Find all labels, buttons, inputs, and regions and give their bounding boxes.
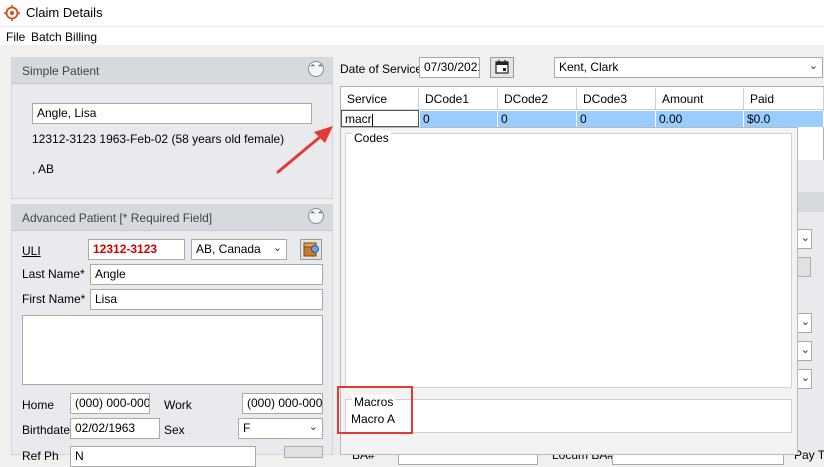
birthdate-field[interactable]: 02/02/1963	[70, 418, 160, 439]
service-code-input[interactable]: macr	[341, 110, 419, 127]
province-select[interactable]: AB, Canada ⌄	[191, 239, 287, 260]
chevron-down-icon: ⌄	[808, 60, 818, 72]
work-phone-field[interactable]: (000) 000-0000	[242, 393, 323, 414]
ref-ph-label: Ref Ph	[22, 449, 59, 463]
address-textarea[interactable]	[22, 315, 323, 385]
macros-highlight-box	[337, 386, 413, 434]
simple-patient-location: , AB	[32, 162, 55, 176]
simple-patient-info: 12312-3123 1963-Feb-02 (58 years old fem…	[32, 132, 285, 146]
date-of-service-label: Date of Service	[340, 62, 423, 76]
grid-header-dcode1: DCode1	[419, 88, 498, 110]
ref-ph-field[interactable]: N	[70, 446, 256, 467]
menu-file[interactable]: File	[6, 30, 25, 44]
chevron-down-icon: ⌄	[800, 316, 810, 328]
grid-header-dcode3: DCode3	[577, 88, 656, 110]
grid-cell-paid[interactable]: $0.0	[744, 111, 824, 127]
codes-group-label: Codes	[352, 131, 391, 145]
birthdate-label: Birthdate	[22, 423, 71, 437]
background-select-2[interactable]: ⌄	[796, 313, 812, 333]
collapse-simple-patient-button[interactable]: ⌃⌃	[308, 61, 324, 77]
menu-bar	[0, 27, 824, 45]
codes-list[interactable]	[345, 133, 792, 388]
menu-batch-billing[interactable]: Batch Billing	[31, 30, 97, 44]
provider-select[interactable]: Kent, Clark ⌄	[554, 57, 823, 78]
home-phone-field[interactable]: (000) 000-0000	[70, 393, 150, 414]
window-title: Claim Details	[26, 5, 103, 20]
sex-value: F	[243, 421, 251, 435]
date-of-service-field[interactable]: 07/30/2021	[419, 57, 480, 78]
last-name-field[interactable]: Angle	[90, 264, 323, 285]
sex-select[interactable]: F ⌄	[238, 418, 323, 439]
grid-cell-dcode2[interactable]: 0	[498, 111, 577, 127]
advanced-patient-header: Advanced Patient [* Required Field]	[12, 205, 332, 231]
uli-field[interactable]: 12312-3123	[88, 239, 185, 260]
sex-label: Sex	[164, 423, 185, 437]
grid-header-service: Service	[341, 88, 419, 110]
first-name-field[interactable]: Lisa	[90, 289, 323, 310]
service-code-value: macr	[345, 112, 372, 126]
grid-cell-dcode1[interactable]: 0	[420, 111, 498, 127]
chevron-down-icon: ⌄	[272, 242, 282, 254]
home-label: Home	[22, 398, 55, 412]
title-bar	[0, 0, 824, 26]
work-label: Work	[164, 398, 192, 412]
province-value: AB, Canada	[196, 242, 261, 256]
background-panel-header	[798, 192, 824, 212]
grid-cell-dcode3[interactable]: 0	[577, 111, 656, 127]
background-select-4[interactable]: ⌄	[796, 369, 812, 389]
calendar-icon[interactable]	[490, 57, 514, 78]
grid-header-amount: Amount	[656, 88, 744, 110]
background-select-1[interactable]: ⌄	[796, 229, 812, 249]
collapse-advanced-patient-button[interactable]: ⌃⌃	[308, 208, 324, 224]
grid-header-paid: Paid	[744, 88, 824, 110]
provider-value: Kent, Clark	[559, 60, 619, 74]
chevron-down-icon: ⌄	[308, 421, 318, 433]
text-cursor	[371, 113, 373, 126]
chevron-down-icon: ⌄	[800, 232, 810, 244]
lookup-icon[interactable]	[300, 239, 322, 260]
simple-patient-header: Simple Patient	[12, 58, 332, 84]
first-name-label: First Name*	[22, 292, 86, 306]
ref-ph-button[interactable]	[284, 446, 323, 458]
uli-label: ULI	[22, 244, 41, 258]
grid-header-dcode2: DCode2	[498, 88, 577, 110]
pay-to-label: Pay To	[794, 448, 824, 462]
chevron-down-icon: ⌄	[800, 344, 810, 356]
last-name-label: Last Name*	[22, 267, 85, 281]
app-logo-icon	[4, 5, 20, 21]
chevron-down-icon: ⌄	[800, 372, 810, 384]
grid-cell-amount[interactable]: 0.00	[656, 111, 744, 127]
annotation-arrow-icon	[276, 126, 333, 174]
background-select-3[interactable]: ⌄	[796, 341, 812, 361]
